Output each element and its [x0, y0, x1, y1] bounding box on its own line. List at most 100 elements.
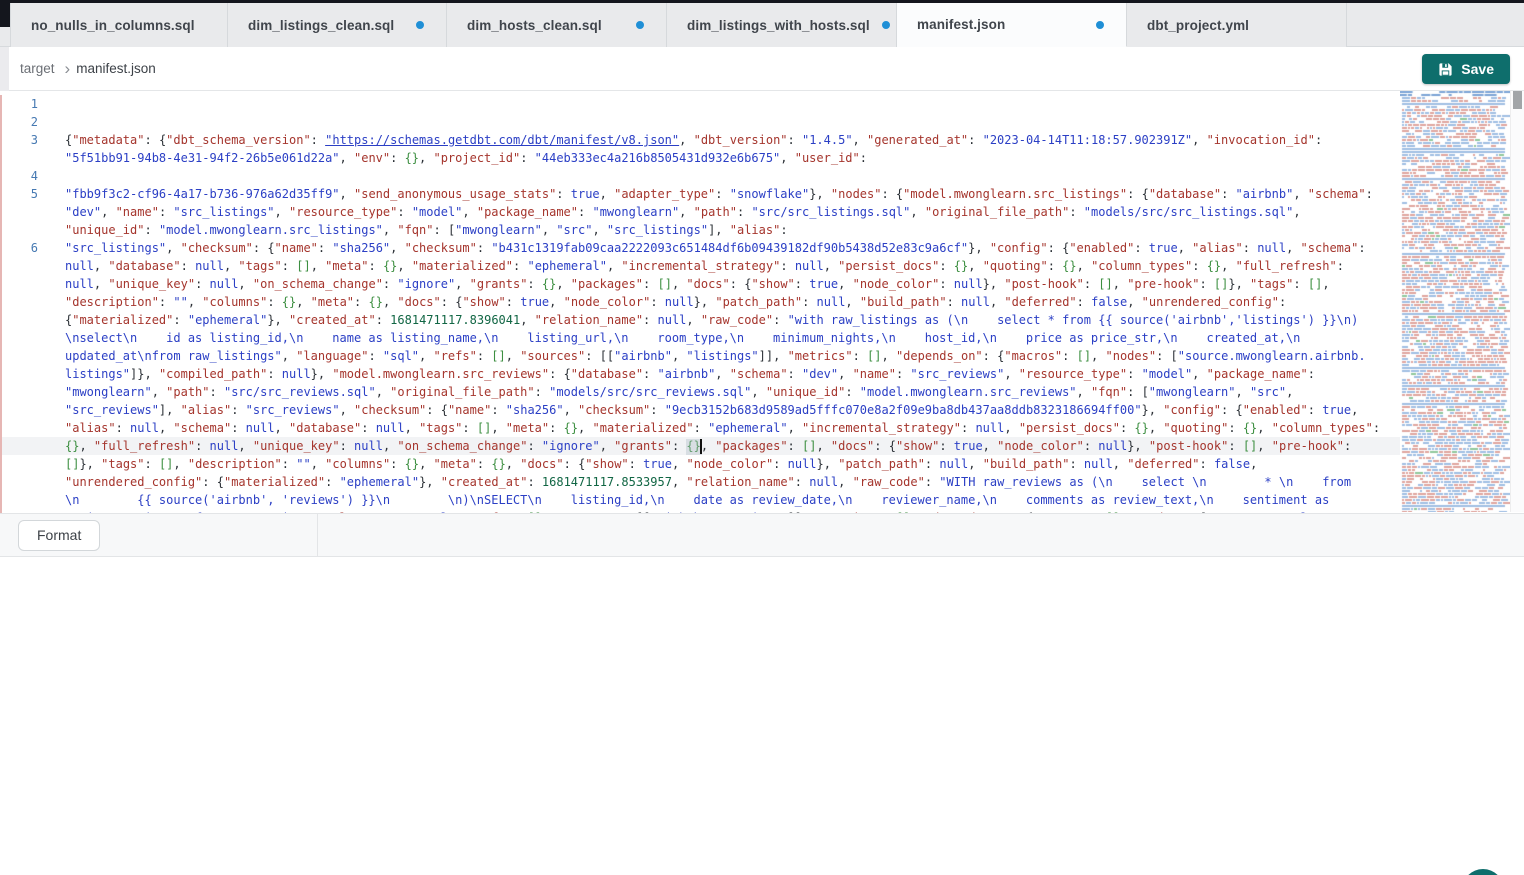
- code-text: "unrendered_config": {"materialized": "e…: [44, 473, 1351, 491]
- code-text: []}, "tags": [], "description": "", "col…: [44, 455, 1257, 473]
- code-row: 3{"metadata": {"dbt_schema_version": "ht…: [0, 131, 1400, 149]
- line-number: [0, 365, 44, 383]
- code-row: updated_at\nfrom raw_listings", "languag…: [0, 347, 1400, 365]
- line-number: 2: [0, 113, 44, 131]
- code-row: {"materialized": "ephemeral"}, "created_…: [0, 311, 1400, 329]
- code-text: listings"]}, "compiled_path": null}, "mo…: [44, 365, 1315, 383]
- code-text: "fbb9f3c2-cf96-4a17-b736-976a62d35ff9", …: [44, 185, 1373, 203]
- code-text: null, "database": null, "tags": [], "met…: [44, 257, 1344, 275]
- unsaved-changes-icon[interactable]: [882, 21, 890, 29]
- footer-divider: [317, 513, 318, 557]
- editor-footer-bar: Format: [0, 513, 1524, 557]
- line-number: [0, 221, 44, 239]
- tab-dim-listings-with-hosts-sql[interactable]: dim_listings_with_hosts.sql: [667, 3, 897, 47]
- line-number: [0, 401, 44, 419]
- code-row: []}, "tags": [], "description": "", "col…: [0, 455, 1400, 473]
- code-row: listings"]}, "compiled_path": null}, "mo…: [0, 365, 1400, 383]
- code-row: null, "database": null, "tags": [], "met…: [0, 257, 1400, 275]
- scrollbar-thumb[interactable]: [1513, 90, 1522, 109]
- code-text: "alias": null, "schema": null, "database…: [44, 419, 1380, 437]
- code-row: "description": "", "columns": {}, "meta"…: [0, 293, 1400, 311]
- code-text: [44, 95, 65, 113]
- save-button[interactable]: Save: [1422, 54, 1510, 84]
- code-text: "src_listings", "checksum": {"name": "sh…: [44, 239, 1366, 257]
- line-number: [0, 437, 44, 455]
- tab-label: dbt_project.yml: [1147, 18, 1249, 33]
- format-button[interactable]: Format: [18, 520, 100, 551]
- save-button-label: Save: [1461, 61, 1494, 77]
- line-number: 6: [0, 239, 44, 257]
- tab-dim-hosts-clean-sql[interactable]: dim_hosts_clean.sql: [447, 3, 667, 47]
- line-number: 4: [0, 167, 44, 185]
- code-text: [44, 167, 65, 185]
- code-row: "mwonglearn", "path": "src/src_reviews.s…: [0, 383, 1400, 401]
- text-cursor: [700, 439, 702, 454]
- scrollbar[interactable]: [1510, 88, 1524, 512]
- code-row: "5f51bb91-94b8-4e31-94f2-26b5e061d22a", …: [0, 149, 1400, 167]
- code-text: {"materialized": "ephemeral"}, "created_…: [44, 311, 1358, 329]
- code-text: "5f51bb91-94b8-4e31-94f2-26b5e061d22a", …: [44, 149, 867, 167]
- code-row: 4: [0, 167, 1400, 185]
- line-number: [0, 257, 44, 275]
- line-number: [0, 491, 44, 509]
- line-number: [0, 293, 44, 311]
- code-row: "dev", "name": "src_listings", "resource…: [0, 203, 1400, 221]
- line-number: 1: [0, 95, 44, 113]
- code-text: [44, 113, 65, 131]
- line-number: [0, 275, 44, 293]
- code-text: null, "unique_key": null, "on_schema_cha…: [44, 275, 1330, 293]
- line-number: [0, 311, 44, 329]
- line-number: 3: [0, 131, 44, 149]
- minimap[interactable]: [1400, 88, 1510, 512]
- results-panel: [0, 558, 1524, 875]
- tab-label: dim_hosts_clean.sql: [467, 18, 602, 33]
- code-text: {"metadata": {"dbt_schema_version": "htt…: [44, 131, 1322, 149]
- code-row: 1: [0, 95, 1400, 113]
- breadcrumb: target › manifest.json: [0, 47, 1524, 91]
- left-edge-strip: [0, 47, 9, 91]
- line-number: 5: [0, 185, 44, 203]
- line-number: [0, 149, 44, 167]
- tab-label: dim_listings_clean.sql: [248, 18, 394, 33]
- line-number: [0, 203, 44, 221]
- window-corner: [0, 0, 10, 27]
- code-row: "unique_id": "model.mwonglearn.src_listi…: [0, 221, 1400, 239]
- code-row: 6"src_listings", "checksum": {"name": "s…: [0, 239, 1400, 257]
- left-accent-line: [0, 95, 2, 513]
- save-icon: [1438, 62, 1453, 77]
- breadcrumb-chevron-icon: ›: [65, 60, 71, 77]
- tab-label: manifest.json: [917, 17, 1005, 32]
- tab-dim-listings-clean-sql[interactable]: dim_listings_clean.sql: [228, 3, 447, 47]
- line-number: [0, 473, 44, 491]
- tab-no-nulls-in-columns-sql[interactable]: no_nulls_in_columns.sql: [10, 3, 228, 47]
- code-text: \n {{ source('airbnb', 'reviews') }}\n \…: [44, 491, 1329, 509]
- line-number: [0, 329, 44, 347]
- tab-label: no_nulls_in_columns.sql: [31, 18, 195, 33]
- code-row: "unrendered_config": {"materialized": "e…: [0, 473, 1400, 491]
- code-text: "unique_id": "model.mwonglearn.src_listi…: [44, 221, 788, 239]
- code-text: "src_reviews"], "alias": "src_reviews", …: [44, 401, 1358, 419]
- code-text: \nselect\n id as listing_id,\n name as l…: [44, 329, 1300, 347]
- breadcrumb-file: manifest.json: [76, 61, 156, 76]
- line-number: [0, 347, 44, 365]
- code-row: 5"fbb9f3c2-cf96-4a17-b736-976a62d35ff9",…: [0, 185, 1400, 203]
- line-number: [0, 455, 44, 473]
- tab-manifest-json[interactable]: manifest.json: [897, 3, 1127, 47]
- unsaved-changes-icon[interactable]: [416, 21, 424, 29]
- code-row: "src_reviews"], "alias": "src_reviews", …: [0, 401, 1400, 419]
- tab-label: dim_listings_with_hosts.sql: [687, 18, 870, 33]
- code-row: \nselect\n id as listing_id,\n name as l…: [0, 329, 1400, 347]
- code-text: updated_at\nfrom raw_listings", "languag…: [44, 347, 1366, 365]
- editor-tab-bar: no_nulls_in_columns.sql dim_listings_clea…: [0, 3, 1524, 47]
- code-row: 2: [0, 113, 1400, 131]
- unsaved-changes-icon[interactable]: [636, 21, 644, 29]
- unsaved-changes-icon[interactable]: [1096, 21, 1104, 29]
- code-row: "alias": null, "schema": null, "database…: [0, 419, 1400, 437]
- line-number: [0, 419, 44, 437]
- code-text: "description": "", "columns": {}, "meta"…: [44, 293, 1286, 311]
- window-top-edge: [0, 0, 1524, 3]
- code-row: \n {{ source('airbnb', 'reviews') }}\n \…: [0, 491, 1400, 509]
- line-number: [0, 383, 44, 401]
- tab-dbt-project-yml[interactable]: dbt_project.yml: [1127, 3, 1347, 47]
- code-text: "mwonglearn", "path": "src/src_reviews.s…: [44, 383, 1293, 401]
